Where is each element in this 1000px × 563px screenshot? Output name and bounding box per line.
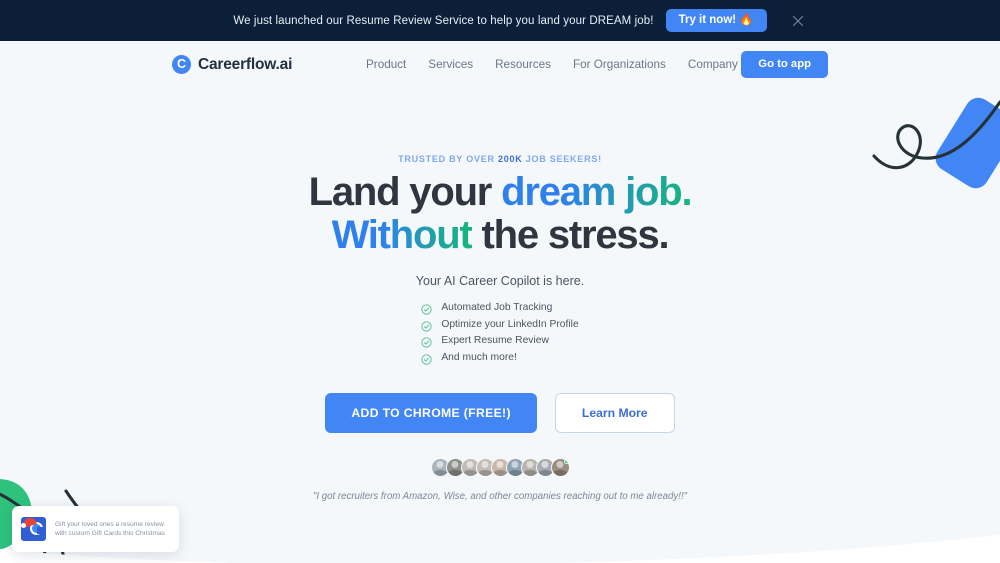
careerflow-logo-icon: C [172,55,191,74]
online-status-dot [563,458,569,464]
feature-label: Expert Resume Review [441,335,549,347]
hero-section: TRUSTED BY OVER 200K JOB SEEKERS! Land y… [0,88,1000,502]
headline-accent-2: Without [331,213,473,258]
page-title: Land your dream job. Without the stress. [0,170,1000,257]
nav-links: Product Services Resources For Organizat… [366,58,738,71]
avatar-group [0,457,1000,477]
close-icon[interactable] [789,12,807,30]
landing-page: We just launched our Resume Review Servi… [0,0,1000,563]
nav-item-resources[interactable]: Resources [495,58,551,71]
feature-item: Automated Job Tracking [421,302,578,316]
feature-label: Automated Job Tracking [441,302,553,314]
careerflow-santa-icon [21,517,46,541]
main-navigation: C Careerflow.ai Product Services Resourc… [0,41,1000,88]
announcement-cta-button[interactable]: Try it now! 🔥 [665,8,767,33]
headline-plain-1: Land your [308,170,502,214]
check-circle-icon [421,335,432,349]
go-to-app-button[interactable]: Go to app [741,50,828,79]
avatar [550,457,570,477]
feature-label: And much more! [441,351,517,363]
eyebrow-prefix: TRUSTED BY OVER [398,154,499,164]
headline-accent-1: dream job. [501,170,692,214]
check-circle-icon [421,302,432,316]
headline-line-1: Land your dream job. [0,170,1000,214]
feature-item: And much more! [421,351,578,365]
check-circle-icon [421,352,432,365]
feature-label: Optimize your LinkedIn Profile [441,318,579,330]
hero-subtitle: Your AI Career Copilot is here. [415,274,585,289]
trusted-eyebrow: TRUSTED BY OVER 200K JOB SEEKERS! [0,154,1000,164]
nav-item-product[interactable]: Product [366,58,406,71]
testimonial-quote: "I got recruiters from Amazon, Wise, and… [312,490,688,502]
announcement-banner: We just launched our Resume Review Servi… [0,0,1000,41]
check-circle-icon [421,319,432,332]
cta-row: ADD TO CHROME (FREE!) Learn More [0,392,1000,433]
gift-card-popup[interactable]: Gift your loved ones a resume review wit… [12,506,179,552]
popup-text: Gift your loved ones a resume review wit… [55,520,165,537]
learn-more-button[interactable]: Learn More [554,392,675,433]
eyebrow-suffix: JOB SEEKERS! [522,154,602,164]
nav-item-for-organizations[interactable]: For Organizations [573,58,666,71]
feature-item: Optimize your LinkedIn Profile [421,318,579,332]
announcement-text: We just launched our Resume Review Servi… [233,14,654,27]
brand-logo[interactable]: C Careerflow.ai [172,55,292,74]
feature-list: Automated Job Tracking Optimize your Lin… [421,302,579,368]
headline-line-2: Without the stress. [0,214,1000,257]
headline-plain-2: the stress. [471,213,670,258]
add-to-chrome-button[interactable]: ADD TO CHROME (FREE!) [325,392,537,433]
nav-item-services[interactable]: Services [428,58,473,71]
nav-item-company[interactable]: Company [688,58,738,71]
feature-item: Expert Resume Review [421,335,578,349]
brand-name: Careerflow.ai [198,55,293,73]
eyebrow-count: 200K [498,154,523,164]
